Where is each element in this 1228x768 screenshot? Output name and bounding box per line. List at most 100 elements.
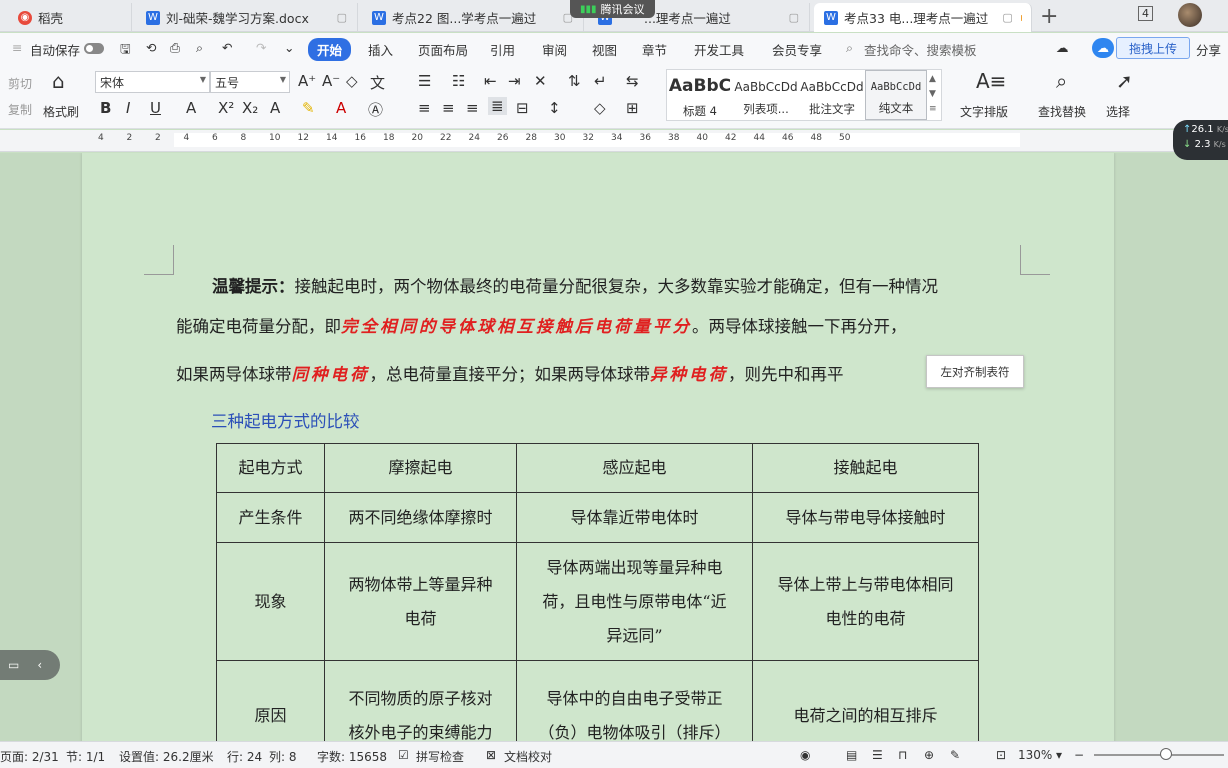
char-shading-icon[interactable]: Ⓐ bbox=[368, 99, 383, 120]
menu-developer[interactable]: 开发工具 bbox=[694, 40, 744, 59]
menu-chapter[interactable]: 章节 bbox=[642, 40, 667, 59]
style-list-item[interactable]: AaBbCcDd 列表项... bbox=[733, 70, 799, 120]
highlight-icon[interactable]: ✎ bbox=[302, 99, 315, 117]
superscript-icon[interactable]: X² bbox=[218, 99, 234, 117]
tab-stop-icon[interactable]: ⇆ bbox=[626, 72, 639, 90]
spell-check-button[interactable]: 拼写检查 bbox=[416, 748, 464, 765]
network-speed-widget[interactable]: ↑26.1 K/s ↓ 2.3 K/s bbox=[1173, 120, 1228, 160]
meeting-indicator[interactable]: ▮▮▮ 腾讯会议 bbox=[570, 0, 655, 18]
write-view-icon[interactable]: ✎ bbox=[950, 748, 960, 762]
doc-check-button[interactable]: 文档校对 bbox=[504, 748, 552, 765]
tab-document-1[interactable]: W 刘-础荣-魏学习方案.docx ▢ bbox=[136, 3, 358, 32]
font-color-icon[interactable]: A bbox=[336, 99, 346, 117]
link-icon[interactable]: ⟲ bbox=[146, 40, 156, 55]
format-painter-button[interactable]: 格式刷 bbox=[43, 103, 79, 120]
italic-icon[interactable]: I bbox=[126, 99, 130, 117]
search-icon[interactable]: ⌕ bbox=[846, 40, 853, 56]
zoom-level[interactable]: 130% bbox=[1018, 748, 1052, 762]
more-icon[interactable]: ⌄ bbox=[284, 40, 294, 55]
menu-insert[interactable]: 插入 bbox=[368, 40, 393, 59]
autosave-toggle[interactable] bbox=[84, 43, 104, 54]
cut-button[interactable]: 剪切 bbox=[8, 75, 32, 92]
redo-icon[interactable]: ↷ bbox=[256, 40, 266, 55]
shrink-font-icon[interactable]: A⁻ bbox=[322, 72, 340, 90]
align-center-icon[interactable]: ≡ bbox=[442, 99, 455, 117]
distribute-icon[interactable]: ⊟ bbox=[516, 99, 529, 117]
font-name-select[interactable]: 宋体 ▼ bbox=[95, 71, 210, 93]
style-scroll[interactable]: ▲ ▼ ≡ bbox=[929, 72, 937, 117]
tab-document-active[interactable]: W 考点33 电...理考点一遍过 ▢ bbox=[814, 3, 1032, 32]
increase-indent-icon[interactable]: ⇥ bbox=[508, 72, 521, 90]
zoom-slider-knob[interactable] bbox=[1160, 748, 1172, 760]
web-view-icon[interactable]: ⊕ bbox=[924, 748, 934, 762]
font-size-select[interactable]: 五号 ▼ bbox=[210, 71, 290, 93]
ruler[interactable]: 4 2 2 4 6 8 10 12 14 16 18 20 22 24 26 28 30 32 34 36 38 40 42… bbox=[0, 130, 1228, 152]
style-heading4[interactable]: AaBbC 标题 4 bbox=[667, 70, 733, 120]
save-icon[interactable]: 🖫 bbox=[120, 40, 131, 61]
grow-font-icon[interactable]: A⁺ bbox=[298, 72, 316, 90]
chevron-down-icon[interactable]: ▾ bbox=[1056, 748, 1062, 762]
tab-daoke[interactable]: ◉ 稻壳 bbox=[8, 3, 132, 32]
menu-start[interactable]: 开始 bbox=[308, 38, 352, 61]
shading-icon[interactable]: ◇ bbox=[594, 99, 606, 117]
menu-membership[interactable]: 会员专享 bbox=[772, 40, 822, 59]
chinese-layout-icon[interactable]: ✕ bbox=[534, 72, 547, 90]
line-spacing-icon[interactable]: ↕ bbox=[548, 99, 561, 117]
undo-icon[interactable]: ↶ bbox=[222, 40, 232, 55]
zoom-slider[interactable] bbox=[1094, 754, 1224, 756]
menu-icon[interactable]: ≡ bbox=[12, 40, 22, 55]
bold-icon[interactable]: B bbox=[100, 99, 111, 117]
char-border-icon[interactable]: A bbox=[270, 99, 280, 117]
print-icon[interactable]: ⎙ bbox=[170, 40, 180, 56]
underline-icon[interactable]: U bbox=[150, 99, 161, 117]
menu-layout[interactable]: 页面布局 bbox=[418, 40, 468, 59]
page-indicator[interactable]: 页面: 2/31 bbox=[0, 748, 59, 765]
style-annotation[interactable]: AaBbCcDd 批注文字 bbox=[799, 70, 865, 120]
menu-view[interactable]: 视图 bbox=[592, 40, 617, 59]
new-tab-button[interactable]: + bbox=[1040, 4, 1058, 29]
menu-reference[interactable]: 引用 bbox=[490, 40, 515, 59]
font-effect-icon[interactable]: A bbox=[186, 99, 196, 117]
style-plain-text[interactable]: AaBbCcDd 纯文本 bbox=[865, 70, 927, 120]
text-layout-button[interactable]: 文字排版 bbox=[960, 103, 1008, 120]
page-view-icon[interactable]: ▤ bbox=[846, 748, 857, 762]
align-right-icon[interactable]: ≡ bbox=[466, 99, 479, 117]
find-replace-button[interactable]: 查找替换 bbox=[1038, 103, 1086, 120]
cloud-sync-icon[interactable]: ☁ bbox=[1056, 40, 1069, 55]
align-left-icon[interactable]: ≡ bbox=[418, 99, 431, 117]
justify-icon[interactable]: ≣ bbox=[488, 97, 507, 115]
read-view-icon[interactable]: ⊓ bbox=[898, 748, 907, 762]
fit-page-icon[interactable]: ⊡ bbox=[996, 748, 1006, 762]
numbered-list-icon[interactable]: ☷ bbox=[452, 72, 465, 90]
word-count[interactable]: 字数: 15658 bbox=[317, 748, 387, 765]
outline-view-icon[interactable]: ☰ bbox=[872, 748, 883, 762]
tab-document-2[interactable]: W 考点22 图...学考点一遍过 ▢ bbox=[362, 3, 584, 32]
paragraph-mark-icon[interactable]: ↵ bbox=[594, 72, 607, 90]
style-label: 批注文字 bbox=[809, 102, 855, 116]
pinyin-icon[interactable]: 文 bbox=[370, 72, 385, 93]
subscript-icon[interactable]: X₂ bbox=[242, 99, 258, 117]
document-area[interactable]: 温馨提示：接触起电时，两个物体最终的电荷量分配很复杂，大多数靠实验才能确定，但有… bbox=[0, 153, 1228, 741]
clear-format-icon[interactable]: ◇ bbox=[346, 72, 358, 90]
select-button[interactable]: 选择 bbox=[1106, 103, 1130, 120]
tab-count[interactable]: 4 bbox=[1138, 6, 1153, 21]
document-page[interactable]: 温馨提示：接触起电时，两个物体最终的电荷量分配很复杂，大多数靠实验才能确定，但有… bbox=[82, 153, 1114, 741]
side-panel-handle[interactable]: ▭ ‹ bbox=[0, 650, 60, 680]
menu-review[interactable]: 审阅 bbox=[542, 40, 567, 59]
close-icon[interactable]: ▢ bbox=[783, 11, 799, 24]
zoom-out-icon[interactable]: − bbox=[1074, 748, 1084, 762]
upload-button[interactable]: 拖拽上传 bbox=[1116, 37, 1190, 59]
margin-corner bbox=[144, 245, 174, 275]
share-button[interactable]: 分享 bbox=[1196, 40, 1221, 59]
bullet-list-icon[interactable]: ☰ bbox=[418, 72, 431, 90]
command-search[interactable]: 查找命令、搜索模板 bbox=[864, 40, 977, 59]
borders-icon[interactable]: ⊞ bbox=[626, 99, 639, 117]
decrease-indent-icon[interactable]: ⇤ bbox=[484, 72, 497, 90]
avatar[interactable] bbox=[1178, 3, 1202, 27]
preview-icon[interactable]: ⌕ bbox=[196, 40, 203, 56]
close-icon[interactable]: ▢ bbox=[996, 11, 1012, 24]
close-icon[interactable]: ▢ bbox=[331, 11, 347, 24]
eye-protection-icon[interactable]: ◉ bbox=[800, 748, 810, 762]
copy-button[interactable]: 复制 bbox=[8, 101, 32, 118]
sort-icon[interactable]: ⇅ bbox=[568, 72, 581, 90]
